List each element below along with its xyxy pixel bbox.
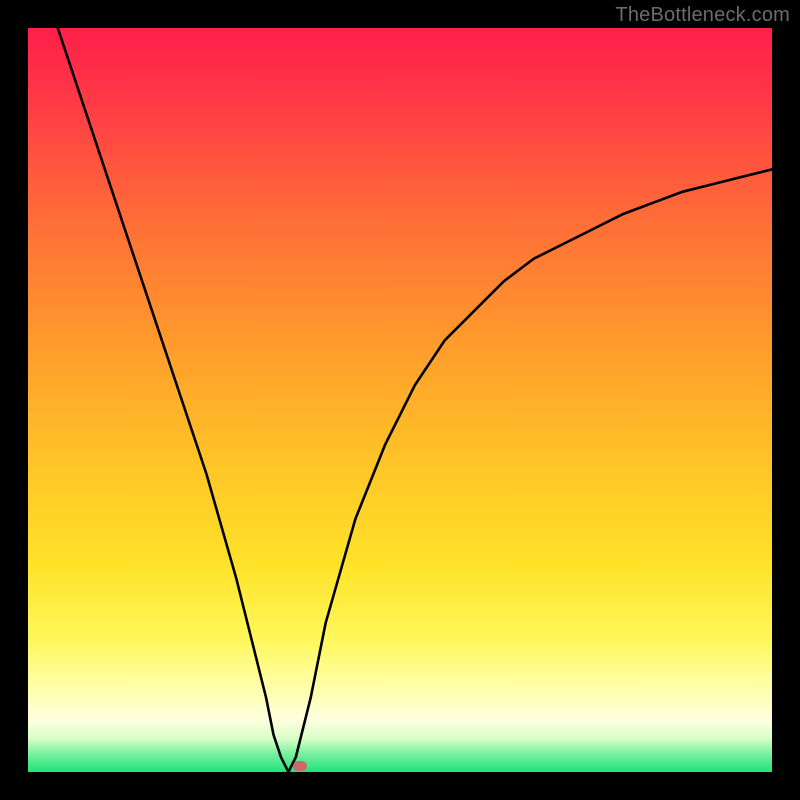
minimum-marker — [293, 761, 307, 771]
bottleneck-curve — [28, 28, 772, 772]
chart-frame — [28, 28, 772, 772]
watermark-label: TheBottleneck.com — [615, 4, 790, 27]
